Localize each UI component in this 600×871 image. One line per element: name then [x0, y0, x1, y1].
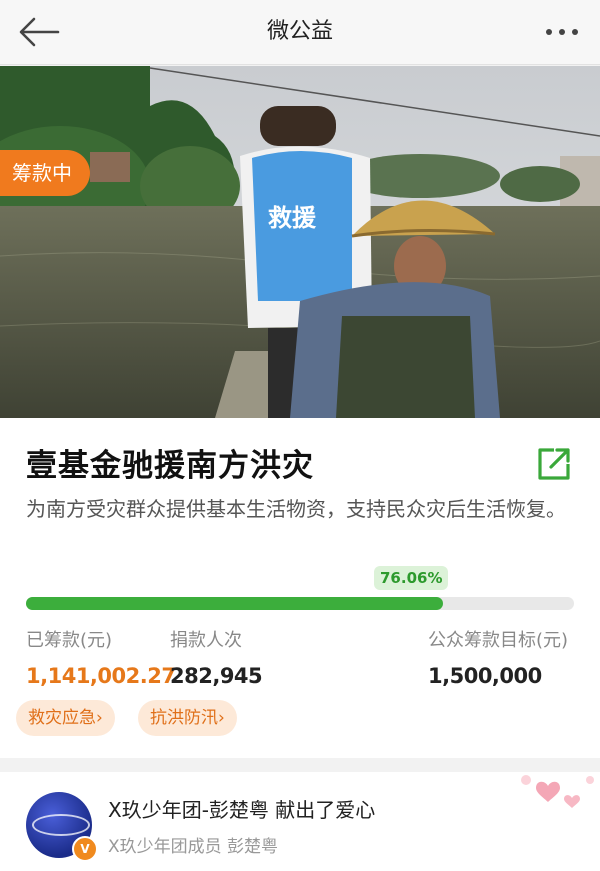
back-arrow-icon [19, 17, 60, 47]
page-title: 微公益 [266, 19, 333, 44]
stat-raised-value: 1,141,002.27 [26, 664, 176, 688]
more-dots-icon [546, 29, 578, 35]
stat-goal-label: 公众筹款目标(元) [428, 630, 569, 651]
stat-raised: 已筹款(元) 1,141,002.27 [26, 626, 176, 688]
stat-donations-label: 捐款人次 [170, 630, 242, 651]
progress-percent-badge: 76.06% [374, 566, 449, 590]
stat-donations-value: 282,945 [170, 664, 263, 688]
tag-flood-control[interactable]: 抗洪防汛› [138, 700, 237, 736]
stat-raised-label: 已筹款(元) [26, 630, 113, 651]
project-description: 为南方受灾群众提供基本生活物资，支持民众灾后生活恢复。 [26, 497, 566, 521]
svg-text:救援: 救援 [268, 204, 317, 232]
share-button[interactable] [534, 444, 574, 484]
share-external-icon [538, 448, 570, 480]
nav-bar: 微公益 [0, 0, 600, 65]
flood-rescue-photo: 救援 [0, 66, 600, 418]
progress-bar [26, 597, 574, 610]
back-button[interactable] [14, 14, 62, 50]
project-card: 壹基金驰援南方洪灾 为南方受灾群众提供基本生活物资，支持民众灾后生活恢复。 76… [0, 418, 600, 758]
stat-donations: 捐款人次 282,945 [170, 626, 263, 688]
hearts-decoration-icon [521, 775, 594, 808]
stat-goal: 公众筹款目标(元) 1,500,000 [428, 626, 568, 688]
stat-goal-value: 1,500,000 [428, 664, 542, 688]
avatar-logo [32, 814, 90, 836]
project-title: 壹基金驰援南方洪灾 [26, 448, 314, 484]
tag-disaster-relief[interactable]: 救灾应急› [16, 700, 115, 736]
donor-name-line: X玖少年团-彭楚粤 献出了爱心 [108, 798, 376, 822]
verified-badge-icon: V [72, 836, 98, 862]
more-button[interactable] [538, 14, 586, 50]
donor-list-item[interactable]: V X玖少年团-彭楚粤 献出了爱心 X玖少年团成员 彭楚粤 [0, 772, 600, 871]
hero-image-carousel[interactable]: 救援 筹款中 [0, 66, 600, 418]
progress-bar-fill [26, 597, 443, 610]
donor-subtitle: X玖少年团成员 彭楚粤 [108, 837, 279, 857]
status-badge: 筹款中 [0, 150, 90, 196]
